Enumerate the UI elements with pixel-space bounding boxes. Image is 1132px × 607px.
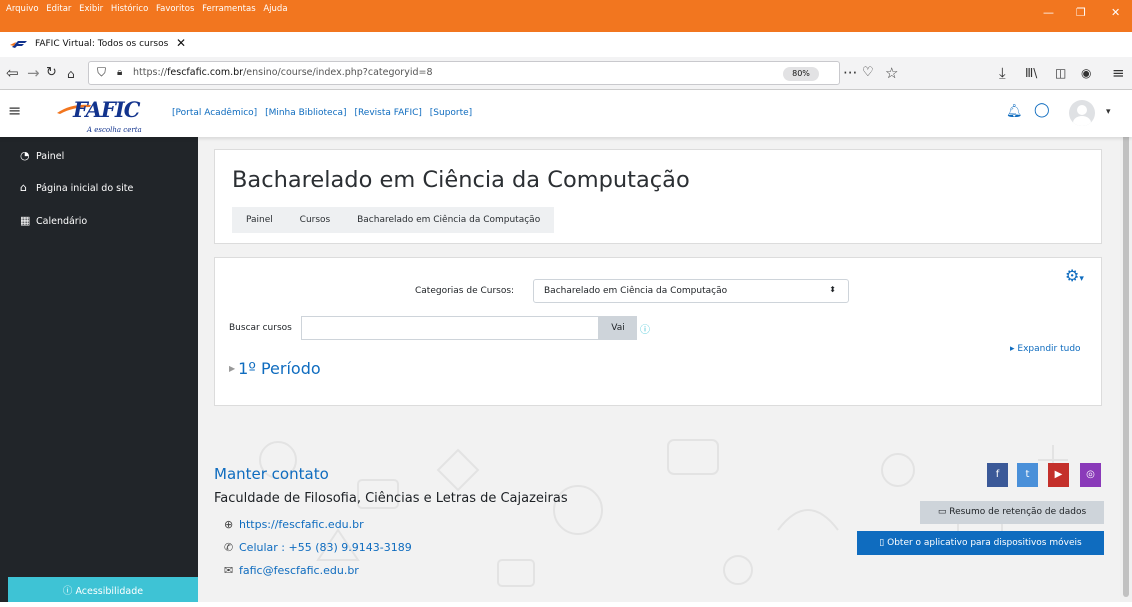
account-icon[interactable]: ◉ [1081,63,1091,83]
footer-title: Manter contato [214,465,329,483]
menu-file[interactable]: Arquivo [6,4,39,14]
close-window-icon[interactable]: ✕ [1111,6,1120,19]
messages-chat-icon[interactable]: ◯ [1034,102,1050,118]
calendar-icon: ▦ [20,214,31,227]
search-go-button[interactable]: Vai [599,316,637,340]
menu-help[interactable]: Ajuda [263,4,287,14]
tab-title: FAFIC Virtual: Todos os cursos [35,39,169,49]
link-revista-fafic[interactable]: [Revista FAFIC] [354,108,421,118]
site-header: ≡ FAFIC A escolha certa [Portal Acadêmic… [0,90,1132,137]
drawer-item-painel[interactable]: ◔ Painel [20,149,64,162]
downloads-icon[interactable]: ⤓ [999,63,1006,83]
select-arrows-icon: ⬍ [829,285,836,294]
library-icon[interactable]: Ⅲ\ [1025,63,1037,83]
user-menu-caret-icon[interactable]: ▾ [1106,107,1111,117]
menu-history[interactable]: Histórico [111,4,148,14]
zoom-level[interactable]: 80% [783,67,819,81]
course-category-card: ⚙▾ Categorias de Cursos: Bacharelado em … [214,257,1102,406]
new-tab-icon[interactable]: + [200,32,215,54]
logo-wordmark: FAFIC [73,97,140,122]
search-courses-label: Buscar cursos [229,323,292,333]
close-tab-icon[interactable]: ✕ [176,36,186,50]
envelope-icon: ✉ [224,564,234,577]
twitter-icon[interactable]: t [1017,463,1038,487]
logo-tagline: A escolha certa [87,126,142,134]
dashboard-icon: ◔ [20,149,30,162]
search-courses-input[interactable] [301,316,599,340]
footer-institution: Faculdade de Filosofia, Ciências e Letra… [214,491,568,506]
page-actions-icon[interactable]: ··· [843,63,857,83]
notifications-bell-icon[interactable]: 🔔︎ [1006,104,1023,119]
link-portal-academico[interactable]: [Portal Acadêmico] [172,108,257,118]
accessibility-icon: ⓘ [62,586,73,597]
accessibility-button[interactable]: ⓘ Acessibilidade [8,577,198,602]
pocket-icon[interactable]: ♡ [862,63,874,83]
mobile-phone-icon: ▯ [879,538,885,548]
menu-tools[interactable]: Ferramentas [202,4,256,14]
browser-menu-icon[interactable]: ≡ [1112,63,1125,83]
reload-icon[interactable]: ↻ [46,63,57,83]
nav-drawer: ◔ Painel ⌂ Página inicial do site ▦ Calendá… [0,137,198,602]
folder-icon: ▭ [937,507,947,517]
settings-gear-icon[interactable]: ⚙▾ [1065,266,1084,285]
expand-triangle-icon: ▶ [229,364,236,373]
footer-website-link[interactable]: ⊕ https://fescfafic.edu.br [224,518,364,531]
browser-tab[interactable]: FAFIC Virtual: Todos os cursos ✕ [4,32,192,57]
breadcrumb-current[interactable]: Bacharelado em Ciência da Computação [357,215,540,225]
menu-bookmarks[interactable]: Favoritos [156,4,194,14]
footer-email-link[interactable]: ✉ fafic@fescfafic.edu.br [224,564,359,577]
mobile-app-button[interactable]: ▯ Obter o aplicativo para dispositivos m… [857,531,1104,555]
drawer-item-home[interactable]: ⌂ Página inicial do site [20,181,133,194]
minimize-icon[interactable]: — [1043,6,1054,19]
breadcrumb: Painel Cursos Bacharelado em Ciência da … [232,207,555,233]
footer-phone-link[interactable]: ✆ Celular : +55 (83) 9.9143-3189 [224,541,412,554]
site-logo[interactable]: FAFIC A escolha certa [57,97,169,134]
youtube-icon[interactable]: ▶ [1048,463,1069,487]
drawer-toggle-icon[interactable]: ≡ [8,101,21,120]
category-select[interactable]: Bacharelado em Ciência da Computação ⬍ [533,279,849,303]
address-bar[interactable]: ⛉ 🔒︎ https://fescfafic.com.br/ensino/cou… [88,61,840,85]
page-header-card: Bacharelado em Ciência da Computação Pai… [214,149,1102,244]
restore-icon[interactable]: ❐ [1076,6,1086,19]
drawer-item-calendario[interactable]: ▦ Calendário [20,214,87,227]
browser-menu: Arquivo Editar Exibir Histórico Favorito… [6,4,293,14]
shield-icon[interactable]: ⛉ [97,65,106,80]
instagram-icon[interactable]: ◎ [1080,463,1101,487]
menu-view[interactable]: Exibir [79,4,103,14]
home-icon: ⌂ [20,181,27,194]
sidebar-toggle-icon[interactable]: ◫ [1055,63,1066,83]
link-minha-biblioteca[interactable]: [Minha Biblioteca] [265,108,347,118]
scrollbar-thumb[interactable] [1123,102,1129,597]
facebook-icon[interactable]: f [987,463,1008,487]
browser-toolbar: ⇦ → ↻ ⛉ 🔒︎ https://fescfafic.com.br/ensi… [0,57,1132,90]
fafic-favicon-icon [10,41,27,48]
breadcrumb-painel[interactable]: Painel [246,215,273,225]
menu-edit[interactable]: Editar [46,4,71,14]
category-section-toggle[interactable]: ▶ 1º Período [229,359,321,378]
user-avatar[interactable] [1069,100,1095,126]
category-select-label: Categorias de Cursos: [415,286,515,296]
breadcrumb-cursos[interactable]: Cursos [300,215,331,225]
globe-icon: ⊕ [224,518,234,531]
back-icon[interactable]: ⇦ [6,63,19,83]
bookmark-star-icon[interactable]: ☆ [885,63,898,83]
forward-icon[interactable]: → [27,63,40,83]
lock-icon[interactable]: 🔒︎ [117,67,122,78]
help-icon[interactable]: ⓘ [640,321,650,336]
url-text: https://fescfafic.com.br/ensino/course/i… [133,67,433,78]
data-retention-button[interactable]: ▭ Resumo de retenção de dados [920,501,1104,524]
header-links: [Portal Acadêmico] [Minha Biblioteca] [R… [172,108,477,118]
phone-icon: ✆ [224,541,234,554]
link-suporte[interactable]: [Suporte] [430,108,472,118]
browser-title-bar: Arquivo Editar Exibir Histórico Favorito… [0,0,1132,32]
home-nav-icon[interactable]: ⌂ [67,64,75,84]
expand-all-link[interactable]: ▸ Expandir tudo [1010,344,1081,354]
page-scrollbar[interactable] [1120,90,1132,602]
page-title: Bacharelado em Ciência da Computação [232,167,690,193]
